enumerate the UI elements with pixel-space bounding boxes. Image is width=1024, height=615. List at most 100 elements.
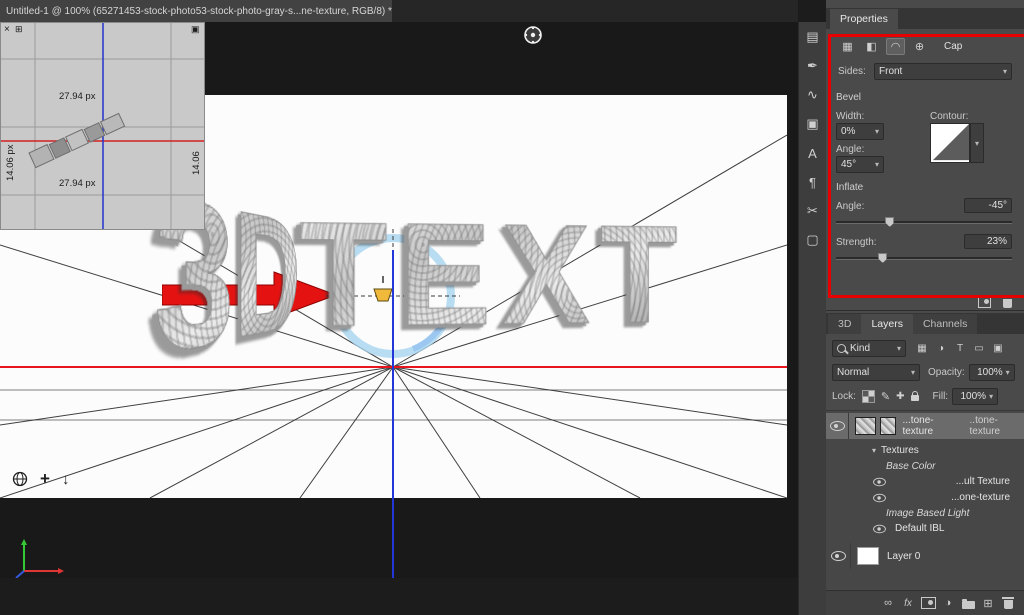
- coordinates-mode-icon[interactable]: ⊕: [910, 38, 929, 55]
- lock-position-icon[interactable]: ✚: [896, 391, 904, 402]
- ibl-group-row: Image Based Light: [826, 506, 1024, 520]
- texture-row[interactable]: ...ult Texture: [826, 474, 1024, 489]
- eye-icon[interactable]: [829, 421, 845, 431]
- 3d-text-right-part[interactable]: TEXT: [298, 190, 687, 359]
- filter-type-layers-icon[interactable]: T: [952, 341, 968, 356]
- filter-pixel-layers-icon[interactable]: ▦: [914, 341, 930, 356]
- docked-panel-styles-icon[interactable]: ▣: [802, 113, 824, 135]
- docked-panel-pen-icon[interactable]: ✒: [802, 55, 824, 77]
- eye-icon[interactable]: [873, 493, 886, 502]
- texture-row[interactable]: ...one-texture: [826, 490, 1024, 505]
- opacity-value: 100%: [977, 366, 1003, 378]
- scene-axis-widget: [15, 539, 64, 578]
- kind-filter-dropdown[interactable]: Kind ▾: [832, 339, 906, 357]
- deform-mode-icon[interactable]: ◧: [862, 38, 881, 55]
- cap-mode-label: Cap: [944, 41, 963, 52]
- strength-slider[interactable]: [836, 253, 1012, 263]
- ibl-name[interactable]: Default IBL: [895, 523, 944, 534]
- 3d-text-object[interactable]: 3D TEXT: [122, 144, 730, 404]
- delete-layer-icon[interactable]: [998, 594, 1018, 612]
- docked-panel-character-icon[interactable]: A: [802, 142, 824, 164]
- orbit-globe-icon[interactable]: [12, 471, 28, 487]
- mesh-mode-icon[interactable]: ▦: [838, 38, 857, 55]
- tab-3d[interactable]: 3D: [828, 314, 862, 334]
- strength-value-box[interactable]: 23%: [964, 234, 1012, 249]
- secondary-view-close-icon[interactable]: ×: [4, 24, 10, 35]
- visibility-cell[interactable]: [826, 413, 850, 439]
- lock-all-icon[interactable]: [910, 391, 919, 401]
- lock-transparency-icon[interactable]: [861, 389, 875, 403]
- trash-icon[interactable]: [1001, 296, 1014, 308]
- contour-well[interactable]: ▾: [930, 123, 986, 163]
- sides-dropdown[interactable]: Front ▾: [874, 63, 1012, 80]
- cap-mode-icon[interactable]: ◠: [886, 38, 905, 55]
- tab-properties[interactable]: Properties: [830, 9, 898, 29]
- document-tab-bar: Untitled-1 @ 100% (65271453-stock-photo5…: [0, 0, 798, 22]
- inflate-angle-slider-thumb[interactable]: [885, 217, 895, 227]
- docked-panel-curves-icon[interactable]: ∿: [802, 84, 824, 106]
- eye-icon[interactable]: [873, 477, 886, 486]
- pan-plus-icon[interactable]: +: [40, 469, 50, 489]
- ibl-row[interactable]: Default IBL: [826, 521, 1024, 536]
- link-layers-icon[interactable]: ∞: [878, 594, 898, 612]
- blend-mode-dropdown[interactable]: Normal ▾: [832, 363, 920, 381]
- docked-panel-paragraph-icon[interactable]: ¶: [802, 171, 824, 193]
- disclosure-triangle-icon[interactable]: ▾: [872, 446, 876, 455]
- new-layer-icon[interactable]: ⊞: [978, 594, 998, 612]
- strength-slider-thumb[interactable]: [878, 253, 888, 263]
- layer-name[interactable]: Layer 0: [887, 551, 920, 562]
- inflate-section-label: Inflate: [836, 182, 864, 193]
- toggle-preview-icon[interactable]: [978, 296, 991, 308]
- inflate-angle-slider[interactable]: [836, 217, 1012, 227]
- canvas-area[interactable]: 3D TEXT + ↓ 27.94 px 27.94 px 14.06 px 1…: [0, 22, 798, 578]
- chevron-down-icon: ▾: [1002, 67, 1007, 76]
- opacity-value-box[interactable]: 100% ▾: [968, 363, 1015, 381]
- layer-thumbnail[interactable]: [855, 417, 876, 435]
- bevel-angle-label: Angle:: [836, 144, 865, 155]
- filter-shape-layers-icon[interactable]: ▭: [971, 341, 987, 356]
- bevel-angle-dropdown[interactable]: 45° ▾: [836, 156, 884, 173]
- layer-3d-thumbnail[interactable]: [879, 417, 897, 435]
- add-mask-icon[interactable]: [918, 594, 938, 612]
- filter-adjustment-layers-icon[interactable]: ◑: [933, 341, 949, 356]
- docked-panel-notes-icon[interactable]: ▢: [802, 229, 824, 251]
- chevron-down-icon: ▾: [989, 391, 994, 401]
- texture-name[interactable]: ...one-texture: [951, 492, 1010, 503]
- contour-dropdown-button[interactable]: ▾: [970, 123, 984, 163]
- tab-channels[interactable]: Channels: [912, 314, 978, 334]
- texture-name[interactable]: ...ult Texture: [956, 476, 1010, 487]
- base-color-group-row: Base Color: [826, 459, 1024, 473]
- secondary-view-expand-icon[interactable]: ▣: [191, 24, 200, 35]
- dolly-arrow-icon[interactable]: ↓: [62, 471, 70, 488]
- lock-image-icon[interactable]: ✎: [881, 390, 890, 403]
- secondary-view-menu-icon[interactable]: ⊞: [15, 24, 23, 35]
- secondary-view-panel[interactable]: 27.94 px 27.94 px 14.06 px 14.06 px × ⊞ …: [0, 22, 205, 230]
- docked-panel-clone-icon[interactable]: ✂: [802, 200, 824, 222]
- document-tab[interactable]: Untitled-1 @ 100% (65271453-stock-photo5…: [0, 0, 392, 22]
- ibl-group-label: Image Based Light: [886, 507, 970, 519]
- layer-style-icon[interactable]: fx: [898, 594, 918, 612]
- filter-smart-objects-icon[interactable]: ▣: [990, 341, 1006, 356]
- adjustment-layer-icon[interactable]: ◑: [938, 594, 958, 612]
- textures-group-row[interactable]: ▾ Textures: [826, 443, 1024, 458]
- layer-thumbnail[interactable]: [857, 547, 879, 565]
- secondary-view-grid: [1, 23, 204, 229]
- bevel-section-label: Bevel: [836, 92, 862, 103]
- inflate-angle-value-box[interactable]: -45°: [964, 198, 1012, 213]
- docked-panel-adjustments-icon[interactable]: ▤: [802, 26, 824, 48]
- visibility-cell[interactable]: [826, 543, 851, 569]
- camera-orbit-icon[interactable]: [522, 24, 544, 46]
- layers-tabstrip: 3D Layers Channels: [826, 313, 1024, 334]
- kind-filter-value: Kind: [850, 342, 871, 354]
- bevel-width-dropdown[interactable]: 0% ▾: [836, 123, 884, 140]
- eye-icon[interactable]: [873, 524, 886, 533]
- tab-layers[interactable]: Layers: [861, 314, 913, 334]
- eye-icon[interactable]: [830, 551, 846, 561]
- layer-row-background[interactable]: Layer 0: [826, 543, 1024, 569]
- fill-value-box[interactable]: 100% ▾: [952, 387, 999, 405]
- layers-footer: ∞ fx ◑ ⊞: [826, 590, 1024, 615]
- layer-name[interactable]: ...tone-texture: [902, 415, 959, 437]
- layer-row-3d[interactable]: ...tone-texture ..tone-texture: [826, 413, 1024, 439]
- new-group-icon[interactable]: [958, 594, 978, 612]
- bevel-angle-value: 45°: [841, 159, 857, 170]
